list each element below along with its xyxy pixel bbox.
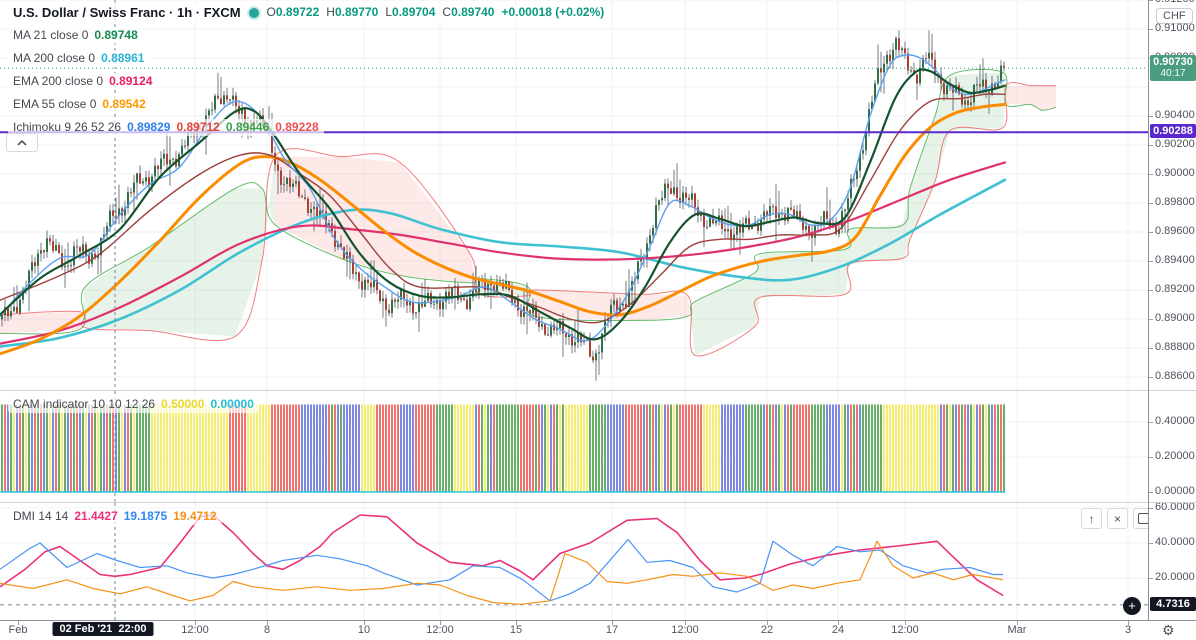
indicator-value: 19.1875 bbox=[123, 509, 168, 523]
indicator-legend-row[interactable]: EMA 200 close 0 0.89124 bbox=[8, 73, 158, 90]
pane-separator-1[interactable] bbox=[0, 390, 1148, 391]
indicator-name: EMA 200 close 0 bbox=[13, 74, 104, 88]
time-tick-label: 17 bbox=[605, 624, 619, 636]
cam-indicator-legend[interactable]: CAM indicator 10 10 12 26 0.50000 0.00000 bbox=[8, 396, 259, 419]
price-axis[interactable]: CHF 0.912000.910000.908000.904000.902000… bbox=[1148, 0, 1196, 620]
chart-area[interactable]: U.S. Dollar / Swiss Franc · 1h · FXCM O0… bbox=[0, 0, 1148, 620]
dmi-level-tag: 4.7316 bbox=[1150, 597, 1196, 611]
indicator-value: 0.89124 bbox=[109, 74, 153, 88]
dmi-tick-label: 40.0000 bbox=[1155, 536, 1195, 548]
price-tick-label: 0.90200 bbox=[1155, 138, 1195, 150]
time-tick-label: 22 bbox=[760, 624, 774, 636]
symbol-title: U.S. Dollar / Swiss Franc · 1h · FXCM bbox=[13, 5, 241, 20]
indicator-legend-row[interactable]: DMI 14 14 21.4427 19.1875 19.4712 bbox=[8, 508, 222, 525]
time-tick-label: 3 bbox=[1124, 624, 1132, 636]
indicator-name: MA 200 close 0 bbox=[13, 51, 96, 65]
legend-collapse-button[interactable] bbox=[6, 133, 38, 152]
legend: U.S. Dollar / Swiss Franc · 1h · FXCM O0… bbox=[8, 4, 610, 142]
time-tick-label: 12:00 bbox=[671, 624, 699, 636]
indicator-legend-row[interactable]: MA 21 close 0 0.89748 bbox=[8, 27, 143, 44]
indicator-value: 0.88961 bbox=[101, 51, 145, 65]
change-value: +0.00018 (+0.02%) bbox=[501, 5, 605, 19]
indicator-legend-row[interactable]: EMA 55 close 0 0.89542 bbox=[8, 96, 151, 113]
indicator-value: 0.89712 bbox=[176, 120, 220, 134]
ohlc-values: O0.89722 H0.89770 L0.89704 C0.89740 +0.00018… bbox=[267, 5, 605, 20]
indicator-value: 0.89829 bbox=[127, 120, 171, 134]
ohlc-item: O0.89722 bbox=[266, 5, 320, 19]
price-tick-label: 0.89800 bbox=[1155, 196, 1195, 208]
trading-chart-app: U.S. Dollar / Swiss Franc · 1h · FXCM O0… bbox=[0, 0, 1196, 640]
pane-separator-2[interactable] bbox=[0, 502, 1148, 503]
indicator-value: 0.50000 bbox=[161, 397, 205, 411]
indicator-value: 0.89748 bbox=[94, 28, 138, 42]
indicator-value: 0.00000 bbox=[210, 397, 254, 411]
time-tick-label: 12:00 bbox=[181, 624, 209, 636]
indicator-value: 0.89542 bbox=[102, 97, 146, 111]
symbol-legend-row[interactable]: U.S. Dollar / Swiss Franc · 1h · FXCM O0… bbox=[8, 4, 610, 21]
price-tick-label: 0.90400 bbox=[1155, 109, 1195, 121]
pane-move-up-button[interactable]: ↑ bbox=[1081, 508, 1102, 529]
indicator-name: CAM indicator 10 10 12 26 bbox=[13, 397, 156, 411]
ohlc-item: C0.89740 bbox=[442, 5, 495, 19]
last-price-tag: 0.90730 40:17 bbox=[1150, 55, 1196, 81]
maximize-icon bbox=[1138, 513, 1148, 524]
indicator-value: 0.89228 bbox=[275, 120, 319, 134]
time-tick-label: 12:00 bbox=[891, 624, 919, 636]
indicator-value: 21.4427 bbox=[74, 509, 118, 523]
dmi-indicator-legend[interactable]: DMI 14 14 21.4427 19.1875 19.4712 bbox=[8, 508, 222, 531]
indicator-value: 0.89446 bbox=[225, 120, 270, 134]
purple-level-tag: 0.90288 bbox=[1150, 124, 1196, 138]
ohlc-item: L0.89704 bbox=[385, 5, 436, 19]
cam-tick-label: 0.00000 bbox=[1155, 485, 1195, 497]
price-tick-label: 0.89000 bbox=[1155, 312, 1195, 324]
price-tick-label: 0.89600 bbox=[1155, 225, 1195, 237]
pane-maximize-button[interactable] bbox=[1133, 508, 1148, 529]
price-tick-label: 0.91000 bbox=[1155, 22, 1195, 34]
indicator-legend-row[interactable]: CAM indicator 10 10 12 26 0.50000 0.00000 bbox=[8, 396, 259, 413]
price-tick-label: 0.89200 bbox=[1155, 283, 1195, 295]
time-tick-label: Feb bbox=[8, 624, 28, 636]
indicator-value: 19.4712 bbox=[173, 509, 217, 523]
time-tick-label: 8 bbox=[263, 624, 271, 636]
indicator-name: MA 21 close 0 bbox=[13, 28, 89, 42]
cam-tick-label: 0.20000 bbox=[1155, 450, 1195, 462]
crosshair-time-tag: 02 Feb '21 22:00 bbox=[52, 622, 154, 636]
indicator-name: EMA 55 close 0 bbox=[13, 97, 97, 111]
price-tick-label: 0.89400 bbox=[1155, 254, 1195, 266]
time-tick-label: 15 bbox=[509, 624, 523, 636]
pane-controls: ↑ × bbox=[1081, 508, 1148, 529]
indicator-legend-row[interactable]: Ichimoku 9 26 52 26 0.89829 0.89712 0.89446… bbox=[8, 119, 324, 136]
time-tick-label: Mar bbox=[1007, 624, 1027, 636]
dmi-tick-label: 20.0000 bbox=[1155, 571, 1195, 583]
data-window-dot-icon[interactable] bbox=[246, 5, 261, 20]
add-alert-plus-icon[interactable]: + bbox=[1123, 597, 1141, 615]
price-tick-label: 0.91200 bbox=[1155, 0, 1195, 5]
pane-close-button[interactable]: × bbox=[1107, 508, 1128, 529]
price-tick-label: 0.88800 bbox=[1155, 341, 1195, 353]
time-tick-label: 24 bbox=[831, 624, 845, 636]
time-tick-label: 10 bbox=[357, 624, 371, 636]
indicator-name: DMI 14 14 bbox=[13, 509, 69, 523]
time-tick-label: 12:00 bbox=[426, 624, 454, 636]
price-tick-label: 0.88600 bbox=[1155, 370, 1195, 382]
cam-tick-label: 0.40000 bbox=[1155, 415, 1195, 427]
indicator-legend-row[interactable]: MA 200 close 0 0.88961 bbox=[8, 50, 150, 67]
ohlc-item: H0.89770 bbox=[326, 5, 379, 19]
chevron-up-icon bbox=[17, 139, 27, 146]
time-axis[interactable]: ⚙ Feb 12:00 8 10 12:00 15 17 12:00 22 24 12:00 Mar 3… bbox=[0, 620, 1196, 640]
price-tick-label: 0.90000 bbox=[1155, 167, 1195, 179]
settings-gear-icon[interactable]: ⚙ bbox=[1162, 622, 1175, 639]
